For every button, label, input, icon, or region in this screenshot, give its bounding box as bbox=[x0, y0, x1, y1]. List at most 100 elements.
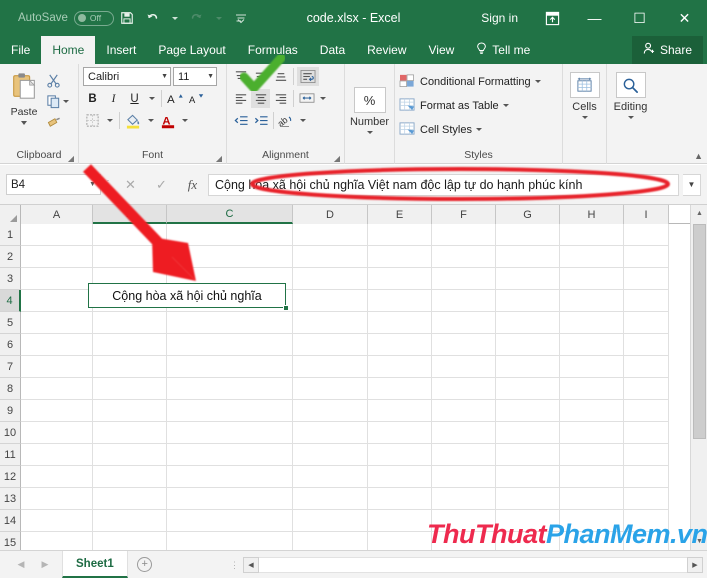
cell-F2[interactable] bbox=[432, 246, 496, 268]
clipboard-dialog-launcher[interactable]: ◢ bbox=[68, 154, 74, 163]
cell-E6[interactable] bbox=[368, 334, 432, 356]
cell-H14[interactable] bbox=[560, 510, 624, 532]
decrease-indent-button[interactable] bbox=[231, 111, 250, 130]
sign-in-button[interactable]: Sign in bbox=[467, 11, 532, 25]
cell-I14[interactable] bbox=[624, 510, 669, 532]
column-header-i[interactable]: I bbox=[624, 205, 669, 224]
cell-B15[interactable] bbox=[93, 532, 167, 550]
column-header-a[interactable]: A bbox=[21, 205, 93, 224]
cell-F10[interactable] bbox=[432, 422, 496, 444]
align-right-button[interactable] bbox=[271, 89, 290, 108]
cell-I12[interactable] bbox=[624, 466, 669, 488]
cell-D7[interactable] bbox=[293, 356, 368, 378]
undo-icon[interactable] bbox=[140, 5, 166, 31]
row-header-5[interactable]: 5 bbox=[0, 312, 21, 334]
cell-E5[interactable] bbox=[368, 312, 432, 334]
cell-E13[interactable] bbox=[368, 488, 432, 510]
enter-check-icon[interactable]: ✓ bbox=[146, 174, 177, 195]
tab-file[interactable]: File bbox=[0, 36, 42, 64]
cells-dropdown-icon[interactable] bbox=[581, 116, 588, 119]
row-header-12[interactable]: 12 bbox=[0, 466, 21, 488]
cell-D11[interactable] bbox=[293, 444, 368, 466]
cell-I8[interactable] bbox=[624, 378, 669, 400]
cell-styles-button[interactable]: Cell Styles bbox=[399, 119, 558, 140]
cell-I2[interactable] bbox=[624, 246, 669, 268]
cell-D2[interactable] bbox=[293, 246, 368, 268]
cell-H15[interactable] bbox=[560, 532, 624, 550]
column-header-d[interactable]: D bbox=[293, 205, 368, 224]
cell-A1[interactable] bbox=[21, 224, 93, 246]
cell-A6[interactable] bbox=[21, 334, 93, 356]
cell-B8[interactable] bbox=[93, 378, 167, 400]
paste-dropdown-icon[interactable] bbox=[21, 121, 27, 125]
cell-I13[interactable] bbox=[624, 488, 669, 510]
add-sheet-plus-icon[interactable]: + bbox=[128, 551, 162, 578]
cell-B14[interactable] bbox=[93, 510, 167, 532]
maximize-restore-button[interactable]: ☐ bbox=[617, 0, 662, 36]
cell-G12[interactable] bbox=[496, 466, 560, 488]
close-button[interactable]: ✕ bbox=[662, 0, 707, 36]
cell-C14[interactable] bbox=[167, 510, 293, 532]
cell-H12[interactable] bbox=[560, 466, 624, 488]
tab-formulas[interactable]: Formulas bbox=[237, 36, 309, 64]
cell-E4[interactable] bbox=[368, 290, 432, 312]
vertical-scrollbar[interactable]: ▲ ▼ bbox=[690, 205, 707, 550]
cell-F14[interactable] bbox=[432, 510, 496, 532]
cell-D14[interactable] bbox=[293, 510, 368, 532]
cell-I6[interactable] bbox=[624, 334, 669, 356]
cell-B1[interactable] bbox=[93, 224, 167, 246]
cell-G15[interactable] bbox=[496, 532, 560, 550]
cell-G5[interactable] bbox=[496, 312, 560, 334]
autosave-toggle[interactable]: Off bbox=[73, 10, 114, 26]
cell-I9[interactable] bbox=[624, 400, 669, 422]
cell-D4[interactable] bbox=[293, 290, 368, 312]
copy-button[interactable] bbox=[44, 92, 71, 110]
cell-C10[interactable] bbox=[167, 422, 293, 444]
cell-D5[interactable] bbox=[293, 312, 368, 334]
cell-I1[interactable] bbox=[624, 224, 669, 246]
share-button[interactable]: Share bbox=[631, 36, 703, 64]
expand-formula-bar-icon[interactable]: ▼ bbox=[683, 173, 701, 196]
minimize-button[interactable]: — bbox=[572, 0, 617, 36]
font-color-button[interactable]: A bbox=[158, 111, 177, 130]
row-header-7[interactable]: 7 bbox=[0, 356, 21, 378]
cell-C6[interactable] bbox=[167, 334, 293, 356]
cell-I4[interactable] bbox=[624, 290, 669, 312]
font-size-combo[interactable]: 11 ▼ bbox=[173, 67, 217, 86]
sheet-scroll-splitter[interactable]: ⋮ bbox=[230, 560, 243, 569]
cell-F1[interactable] bbox=[432, 224, 496, 246]
column-header-f[interactable]: F bbox=[432, 205, 496, 224]
name-box[interactable]: B4 ▼ bbox=[6, 174, 101, 195]
fill-color-dropdown-icon[interactable] bbox=[145, 111, 156, 130]
font-color-dropdown-icon[interactable] bbox=[179, 111, 190, 130]
cell-I10[interactable] bbox=[624, 422, 669, 444]
cell-D15[interactable] bbox=[293, 532, 368, 550]
cell-D8[interactable] bbox=[293, 378, 368, 400]
paste-button[interactable]: Paste bbox=[4, 67, 44, 149]
underline-button[interactable]: U bbox=[125, 89, 144, 108]
cell-F12[interactable] bbox=[432, 466, 496, 488]
borders-button[interactable] bbox=[83, 111, 102, 130]
formula-input[interactable]: Cộng hòa xã hội chủ nghĩa Việt nam độc l… bbox=[208, 173, 679, 196]
cell-H2[interactable] bbox=[560, 246, 624, 268]
cell-A14[interactable] bbox=[21, 510, 93, 532]
row-header-8[interactable]: 8 bbox=[0, 378, 21, 400]
cell-D1[interactable] bbox=[293, 224, 368, 246]
cell-F9[interactable] bbox=[432, 400, 496, 422]
undo-dropdown-icon[interactable] bbox=[166, 5, 184, 31]
cell-I15[interactable] bbox=[624, 532, 669, 550]
selected-cell-b4[interactable]: Cộng hòa xã hội chủ nghĩa bbox=[88, 283, 289, 311]
cell-I7[interactable] bbox=[624, 356, 669, 378]
cell-H10[interactable] bbox=[560, 422, 624, 444]
row-header-6[interactable]: 6 bbox=[0, 334, 21, 356]
cell-C5[interactable] bbox=[167, 312, 293, 334]
cell-E7[interactable] bbox=[368, 356, 432, 378]
select-all-corner[interactable] bbox=[0, 205, 21, 224]
cell-H9[interactable] bbox=[560, 400, 624, 422]
column-header-e[interactable]: E bbox=[368, 205, 432, 224]
cell-A4[interactable] bbox=[21, 290, 93, 312]
cut-button[interactable] bbox=[44, 71, 71, 89]
row-header-2[interactable]: 2 bbox=[0, 246, 21, 268]
cell-G7[interactable] bbox=[496, 356, 560, 378]
tab-insert[interactable]: Insert bbox=[95, 36, 147, 64]
